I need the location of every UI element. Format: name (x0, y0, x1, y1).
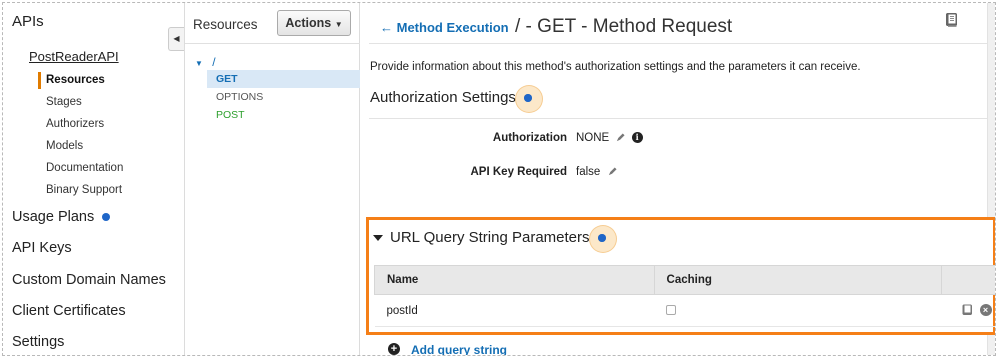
query-string-header[interactable]: URL Query String Parameters (369, 220, 993, 256)
divider (369, 118, 987, 119)
sidebar-item-binary-support[interactable]: Binary Support (46, 184, 122, 196)
highlight-dot (102, 213, 111, 222)
pencil-icon[interactable] (616, 133, 625, 142)
resource-root[interactable]: ▼ / (195, 55, 216, 69)
arrow-left-icon: ← (380, 20, 393, 35)
resources-pane: Resources Actions ▼ ▼ / GET OPTIONS POST (185, 3, 360, 355)
sidebar-item-stages[interactable]: Stages (46, 96, 82, 108)
sidebar-item-resources[interactable]: Resources (46, 74, 105, 86)
sidebar-item-authorizers[interactable]: Authorizers (46, 118, 104, 130)
divider (185, 43, 360, 44)
sidebar-item-models[interactable]: Models (46, 140, 83, 152)
usage-plans-label: Usage Plans (12, 209, 95, 225)
actions-button[interactable]: Actions ▼ (277, 10, 351, 36)
column-header-name: Name (374, 265, 655, 295)
resources-title: Resources (193, 17, 258, 32)
nav-apis[interactable]: APIs (12, 13, 44, 30)
authorization-value-group: NONE i (576, 132, 643, 144)
add-query-string-link[interactable]: Add query string (411, 343, 507, 355)
sidebar-item-documentation[interactable]: Documentation (46, 162, 123, 174)
column-header-actions (941, 265, 995, 295)
caret-down-icon: ▼ (334, 20, 343, 29)
method-post[interactable]: POST (207, 106, 360, 124)
query-string-table: Name Caching postId × (374, 265, 995, 327)
description-text: Provide information about this method's … (370, 61, 861, 73)
api-name-link[interactable]: PostReaderAPI (29, 49, 119, 64)
highlight-dot (588, 225, 617, 254)
caching-cell (654, 294, 942, 327)
main-panel: ← Method Execution / - GET - Method Requ… (361, 3, 995, 355)
table-header-row: Name Caching (374, 265, 995, 295)
query-string-title-label: URL Query String Parameters (390, 229, 590, 246)
authorization-settings-heading: Authorization Settings (370, 85, 544, 114)
caret-left-icon: ◀ (173, 34, 180, 43)
column-header-caching: Caching (653, 265, 943, 295)
authorization-label: Authorization (492, 132, 567, 144)
active-indicator (38, 72, 41, 89)
delete-icon[interactable]: × (979, 304, 992, 317)
api-key-value-group: false (576, 166, 617, 178)
left-navigation: APIs PostReaderAPI Resources Stages Auth… (3, 3, 185, 355)
auth-heading-label: Authorization Settings (370, 89, 516, 106)
query-string-title: URL Query String Parameters (390, 225, 617, 254)
caching-checkbox[interactable] (666, 305, 677, 316)
caret-down-icon (373, 235, 383, 241)
method-get[interactable]: GET (207, 70, 360, 88)
sidebar-item-api-keys[interactable]: API Keys (12, 240, 72, 256)
row-actions: × (941, 294, 995, 327)
tree-caret-icon: ▼ (195, 59, 203, 68)
sidebar-item-usage-plans[interactable]: Usage Plans (12, 209, 111, 225)
pencil-icon[interactable] (608, 167, 617, 176)
authorization-value: NONE (576, 132, 610, 144)
sidebar-item-client-certificates[interactable]: Client Certificates (12, 303, 126, 319)
resource-root-path: / (212, 55, 216, 69)
actions-label: Actions (285, 16, 332, 30)
method-execution-link[interactable]: ← Method Execution (380, 20, 509, 35)
book-icon[interactable] (962, 304, 973, 316)
sidebar-item-custom-domain-names[interactable]: Custom Domain Names (12, 272, 166, 288)
sidebar-item-settings[interactable]: Settings (12, 334, 64, 350)
page-title: / - GET - Method Request (515, 16, 733, 37)
api-key-required-label: API Key Required (470, 166, 568, 178)
method-options[interactable]: OPTIONS (207, 88, 360, 106)
highlight-dot (515, 85, 544, 114)
query-string-section: URL Query String Parameters Name Caching… (366, 217, 995, 335)
divider (369, 43, 987, 44)
info-icon[interactable]: i (631, 132, 643, 144)
page-frame: APIs PostReaderAPI Resources Stages Auth… (2, 2, 996, 356)
plus-circle-icon[interactable]: + (388, 343, 400, 355)
method-execution-label: Method Execution (396, 20, 509, 35)
api-key-required-value: false (576, 166, 601, 178)
collapse-sidebar-button[interactable]: ◀ (168, 27, 184, 51)
book-icon[interactable] (945, 12, 959, 28)
table-row: postId × (374, 294, 995, 327)
param-name: postId (374, 294, 655, 327)
